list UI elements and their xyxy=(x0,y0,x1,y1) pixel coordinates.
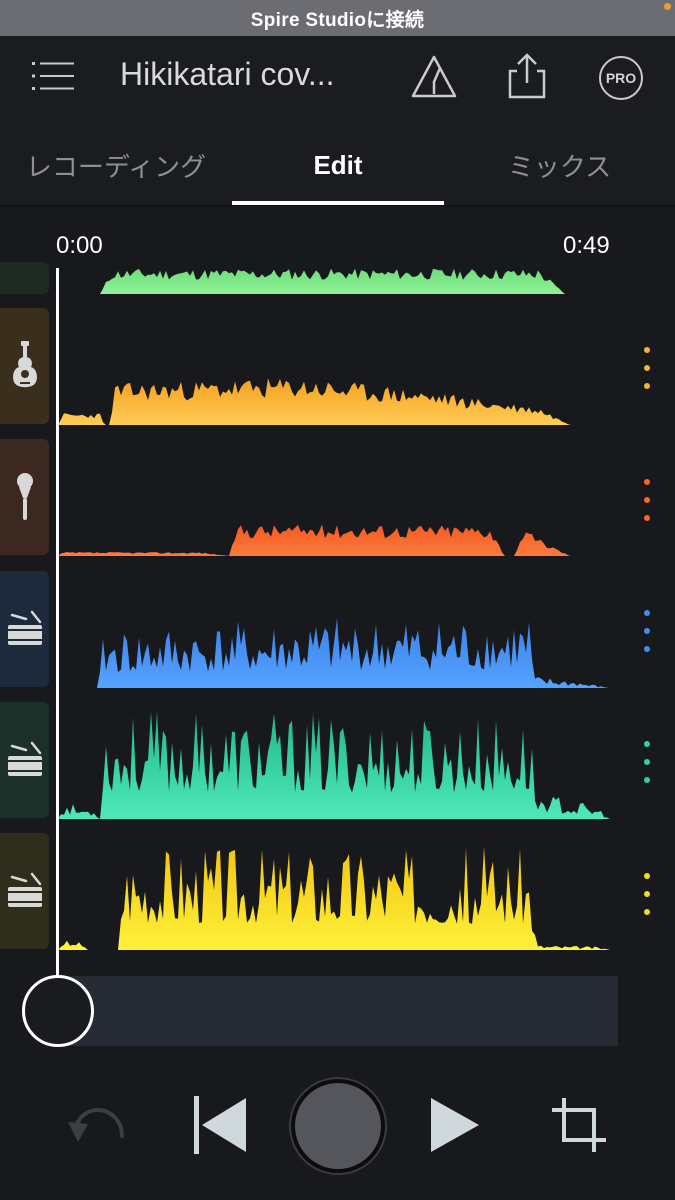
dot xyxy=(644,628,650,634)
crop-icon[interactable] xyxy=(550,1096,608,1154)
track-tile-vocal[interactable] xyxy=(0,439,49,555)
waveform-track-drum-2 xyxy=(58,711,610,819)
track-tile-drum-1[interactable] xyxy=(0,571,49,687)
snare-drum-icon xyxy=(7,610,42,645)
waveform-track-drum-3 xyxy=(58,846,610,950)
status-dot xyxy=(664,3,671,10)
microphone-icon xyxy=(16,473,33,520)
timeline-start: 0:00 xyxy=(56,232,103,259)
dot xyxy=(644,479,650,485)
track-options-guitar[interactable] xyxy=(640,341,654,391)
dot xyxy=(644,347,650,353)
active-tab-indicator xyxy=(232,201,444,205)
share-icon[interactable] xyxy=(505,52,549,100)
dot xyxy=(644,759,650,765)
track-options-drum-1[interactable] xyxy=(640,604,654,654)
playhead-line xyxy=(56,268,59,981)
track-options-drum-2[interactable] xyxy=(640,735,654,785)
dot xyxy=(644,365,650,371)
dot xyxy=(644,497,650,503)
tab-mix[interactable]: ミックス xyxy=(444,124,675,206)
song-title[interactable]: Hikikatari cov... xyxy=(120,56,335,93)
snare-drum-icon xyxy=(7,741,42,776)
waveform-track-vocal xyxy=(58,524,610,556)
metronome-icon[interactable] xyxy=(410,54,458,100)
playhead-handle[interactable] xyxy=(22,975,94,1047)
track-tile-drum-3[interactable] xyxy=(0,833,49,949)
track-tile-drum-2[interactable] xyxy=(0,702,49,818)
undo-icon[interactable] xyxy=(66,1100,132,1150)
tab-recording[interactable]: レコーディング xyxy=(0,124,232,206)
dot xyxy=(644,777,650,783)
connection-status: Spire Studioに接続 xyxy=(250,9,425,31)
record-button[interactable] xyxy=(291,1079,385,1173)
acoustic-guitar-icon xyxy=(12,341,37,388)
timeline-scrubber[interactable] xyxy=(57,976,618,1046)
waveform-track-green xyxy=(58,268,610,294)
previous-icon[interactable] xyxy=(194,1096,248,1154)
dot xyxy=(644,646,650,652)
dot xyxy=(644,610,650,616)
dot xyxy=(644,741,650,747)
dot xyxy=(644,383,650,389)
waveform-track-drum-1 xyxy=(58,618,610,688)
app-header: Hikikatari cov... PRO xyxy=(0,36,675,124)
track-tile-guitar[interactable] xyxy=(0,308,49,424)
pro-badge[interactable]: PRO xyxy=(599,56,643,100)
play-icon[interactable] xyxy=(429,1096,481,1154)
track-options-vocal[interactable] xyxy=(640,473,654,523)
dot xyxy=(644,873,650,879)
status-bar: Spire Studioに接続 xyxy=(0,0,675,36)
menu-icon[interactable] xyxy=(32,58,76,94)
dot xyxy=(644,891,650,897)
dot xyxy=(644,909,650,915)
waveform-track-guitar xyxy=(58,378,610,425)
track-options-drum-3[interactable] xyxy=(640,867,654,917)
tab-edit[interactable]: Edit xyxy=(232,124,444,206)
track-tile-partial[interactable] xyxy=(0,262,49,294)
dot xyxy=(644,515,650,521)
mode-tabs: レコーディング Edit ミックス xyxy=(0,124,675,206)
timeline-end: 0:49 xyxy=(563,232,610,259)
snare-drum-icon xyxy=(7,872,42,907)
